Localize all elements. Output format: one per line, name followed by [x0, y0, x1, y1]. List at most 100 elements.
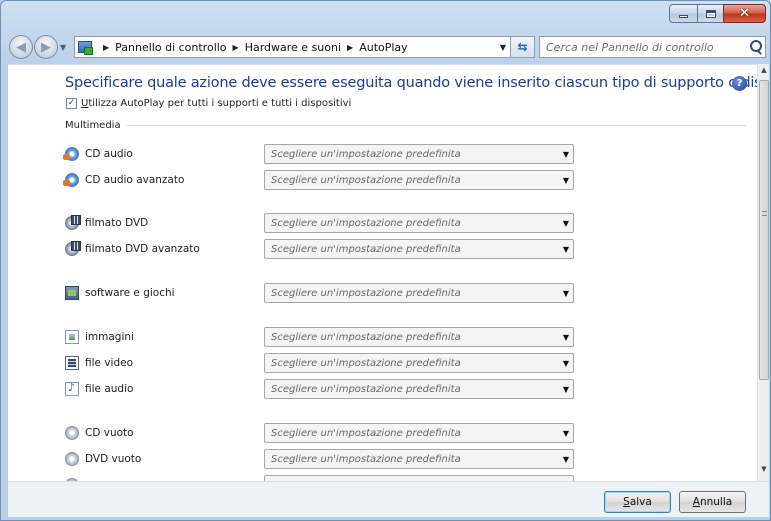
software-icon [65, 286, 79, 300]
scroll-down-icon[interactable]: ▼ [758, 465, 770, 479]
blank-dvd-icon [65, 452, 79, 466]
autoplay-all-label[interactable]: Utilizza AutoPlay per tutti i supporti e… [81, 98, 351, 109]
chevron-down-icon: ▼ [562, 384, 570, 394]
search-icon[interactable] [747, 38, 765, 56]
scrollbar-thumb[interactable] [759, 80, 769, 380]
media-type-label: filmato DVD avanzato [85, 243, 200, 255]
media-type-label: CD audio [85, 148, 133, 160]
list-item: CD audio Scegliere un'impostazione prede… [63, 143, 585, 165]
cancel-button-label: Annulla [692, 496, 733, 508]
chevron-down-icon: ▼ [562, 244, 570, 254]
breadcrumb-autoplay[interactable]: AutoPlay [359, 41, 407, 54]
help-icon[interactable]: ? [732, 76, 747, 91]
back-button[interactable]: ◀ [9, 35, 33, 59]
grip-icon [762, 211, 767, 216]
cancel-button[interactable]: Annulla [679, 491, 746, 513]
close-icon: ✕ [739, 6, 750, 21]
multimedia-group-label: Multimedia [65, 120, 121, 131]
minimize-button[interactable] [669, 4, 697, 23]
action-select[interactable]: Scegliere un'impostazione predefinita ▼ [264, 213, 574, 233]
autoplay-all-checkbox-row[interactable]: ✓ Utilizza AutoPlay per tutti i supporti… [66, 98, 351, 109]
select-value: Scegliere un'impostazione predefinita [271, 427, 461, 439]
list-item: software e giochi Scegliere un'impostazi… [65, 282, 585, 304]
save-button[interactable]: Salva [604, 491, 671, 513]
video-file-icon [65, 356, 79, 370]
select-value: Scegliere un'impostazione predefinita [271, 287, 461, 299]
action-select[interactable]: Scegliere un'impostazione predefinita ▼ [264, 327, 574, 347]
select-value: Scegliere un'impostazione predefinita [271, 174, 461, 186]
autoplay-all-checkbox[interactable]: ✓ [66, 98, 77, 109]
blank-cd-icon [65, 426, 79, 440]
select-value: Scegliere un'impostazione predefinita [271, 383, 461, 395]
media-type-label: DVD vuoto [85, 453, 142, 465]
button-bar: Salva Annulla [8, 481, 769, 517]
media-type-label: filmato DVD [85, 217, 149, 229]
chevron-right-icon[interactable]: ▶ [233, 43, 239, 52]
save-button-label: Salva [623, 496, 652, 508]
address-bar[interactable]: ▶ Pannello di controllo ▶ Hardware e suo… [74, 36, 511, 58]
audio-file-icon [65, 381, 79, 396]
refresh-icon: ⇆ [517, 40, 528, 54]
chevron-down-icon: ▼ [562, 358, 570, 368]
media-type-label: file audio [85, 383, 134, 395]
forward-button[interactable]: ▶ [34, 35, 58, 59]
control-panel-icon [78, 41, 93, 55]
maximize-icon [705, 9, 716, 18]
close-button[interactable]: ✕ [723, 4, 766, 23]
back-arrow-icon: ◀ [16, 39, 26, 55]
media-type-label: CD audio avanzato [85, 174, 185, 186]
refresh-button[interactable]: ⇆ [511, 36, 535, 58]
list-item-partial [65, 474, 585, 481]
image-icon [65, 330, 79, 344]
select-value: Scegliere un'impostazione predefinita [271, 357, 461, 369]
action-select[interactable]: Scegliere un'impostazione predefinita ▼ [264, 144, 574, 164]
scroll-up-icon[interactable]: ▲ [758, 66, 770, 80]
chevron-down-icon: ▼ [562, 454, 570, 464]
page-title: Specificare quale azione deve essere ese… [65, 75, 757, 91]
search-input[interactable]: Cerca nel Pannello di controllo [539, 36, 766, 58]
divider [126, 125, 746, 126]
action-select[interactable]: Scegliere un'impostazione predefinita ▼ [264, 449, 574, 469]
list-item: filmato DVD avanzato Scegliere un'impost… [65, 238, 585, 260]
vertical-scrollbar[interactable]: ▲ ▼ [757, 64, 769, 481]
action-select[interactable]: Scegliere un'impostazione predefinita ▼ [264, 423, 574, 443]
chevron-down-icon: ▼ [562, 428, 570, 438]
media-type-label: CD vuoto [85, 427, 134, 439]
caption-buttons: ✕ [669, 4, 766, 23]
recent-pages-dropdown[interactable]: ▼ [60, 43, 70, 52]
select-value: Scegliere un'impostazione predefinita [271, 148, 461, 160]
chevron-down-icon: ▼ [562, 149, 570, 159]
action-select[interactable]: Scegliere un'impostazione predefinita ▼ [264, 239, 574, 259]
search-placeholder: Cerca nel Pannello di controllo [546, 40, 714, 54]
media-type-label: file video [85, 357, 134, 369]
list-item: filmato DVD Scegliere un'impostazione pr… [65, 212, 585, 234]
dvd-movie-icon [65, 241, 81, 256]
dvd-movie-icon [65, 215, 81, 230]
breadcrumb-hardware-sound[interactable]: Hardware e suoni [245, 41, 341, 54]
select-value: Scegliere un'impostazione predefinita [271, 331, 461, 343]
chevron-right-icon[interactable]: ▶ [103, 43, 109, 52]
chevron-right-icon[interactable]: ▶ [347, 43, 353, 52]
chevron-down-icon: ▼ [562, 332, 570, 342]
list-item: file audio Scegliere un'impostazione pre… [65, 378, 585, 400]
select-value: Scegliere un'impostazione predefinita [271, 217, 461, 229]
media-type-label: software e giochi [85, 287, 175, 299]
chevron-down-icon: ▼ [562, 218, 570, 228]
breadcrumb-control-panel[interactable]: Pannello di controllo [115, 41, 226, 54]
list-item: CD audio avanzato Scegliere un'impostazi… [63, 169, 585, 191]
list-item: CD vuoto Scegliere un'impostazione prede… [65, 422, 585, 444]
content-pane: Specificare quale azione deve essere ese… [8, 64, 757, 481]
action-select[interactable]: Scegliere un'impostazione predefinita ▼ [264, 283, 574, 303]
select-value: Scegliere un'impostazione predefinita [271, 243, 461, 255]
action-select[interactable]: Scegliere un'impostazione predefinita ▼ [264, 379, 574, 399]
minimize-icon [679, 15, 688, 18]
action-select[interactable]: Scegliere un'impostazione predefinita ▼ [264, 353, 574, 373]
select-value: Scegliere un'impostazione predefinita [271, 453, 461, 465]
maximize-button[interactable] [697, 4, 723, 23]
media-type-label: immagini [85, 331, 134, 343]
address-dropdown-icon[interactable]: ▼ [496, 43, 510, 52]
action-select[interactable]: Scegliere un'impostazione predefinita ▼ [264, 170, 574, 190]
chevron-down-icon: ▼ [562, 288, 570, 298]
list-item: DVD vuoto Scegliere un'impostazione pred… [65, 448, 585, 470]
list-item: immagini Scegliere un'impostazione prede… [65, 326, 585, 348]
